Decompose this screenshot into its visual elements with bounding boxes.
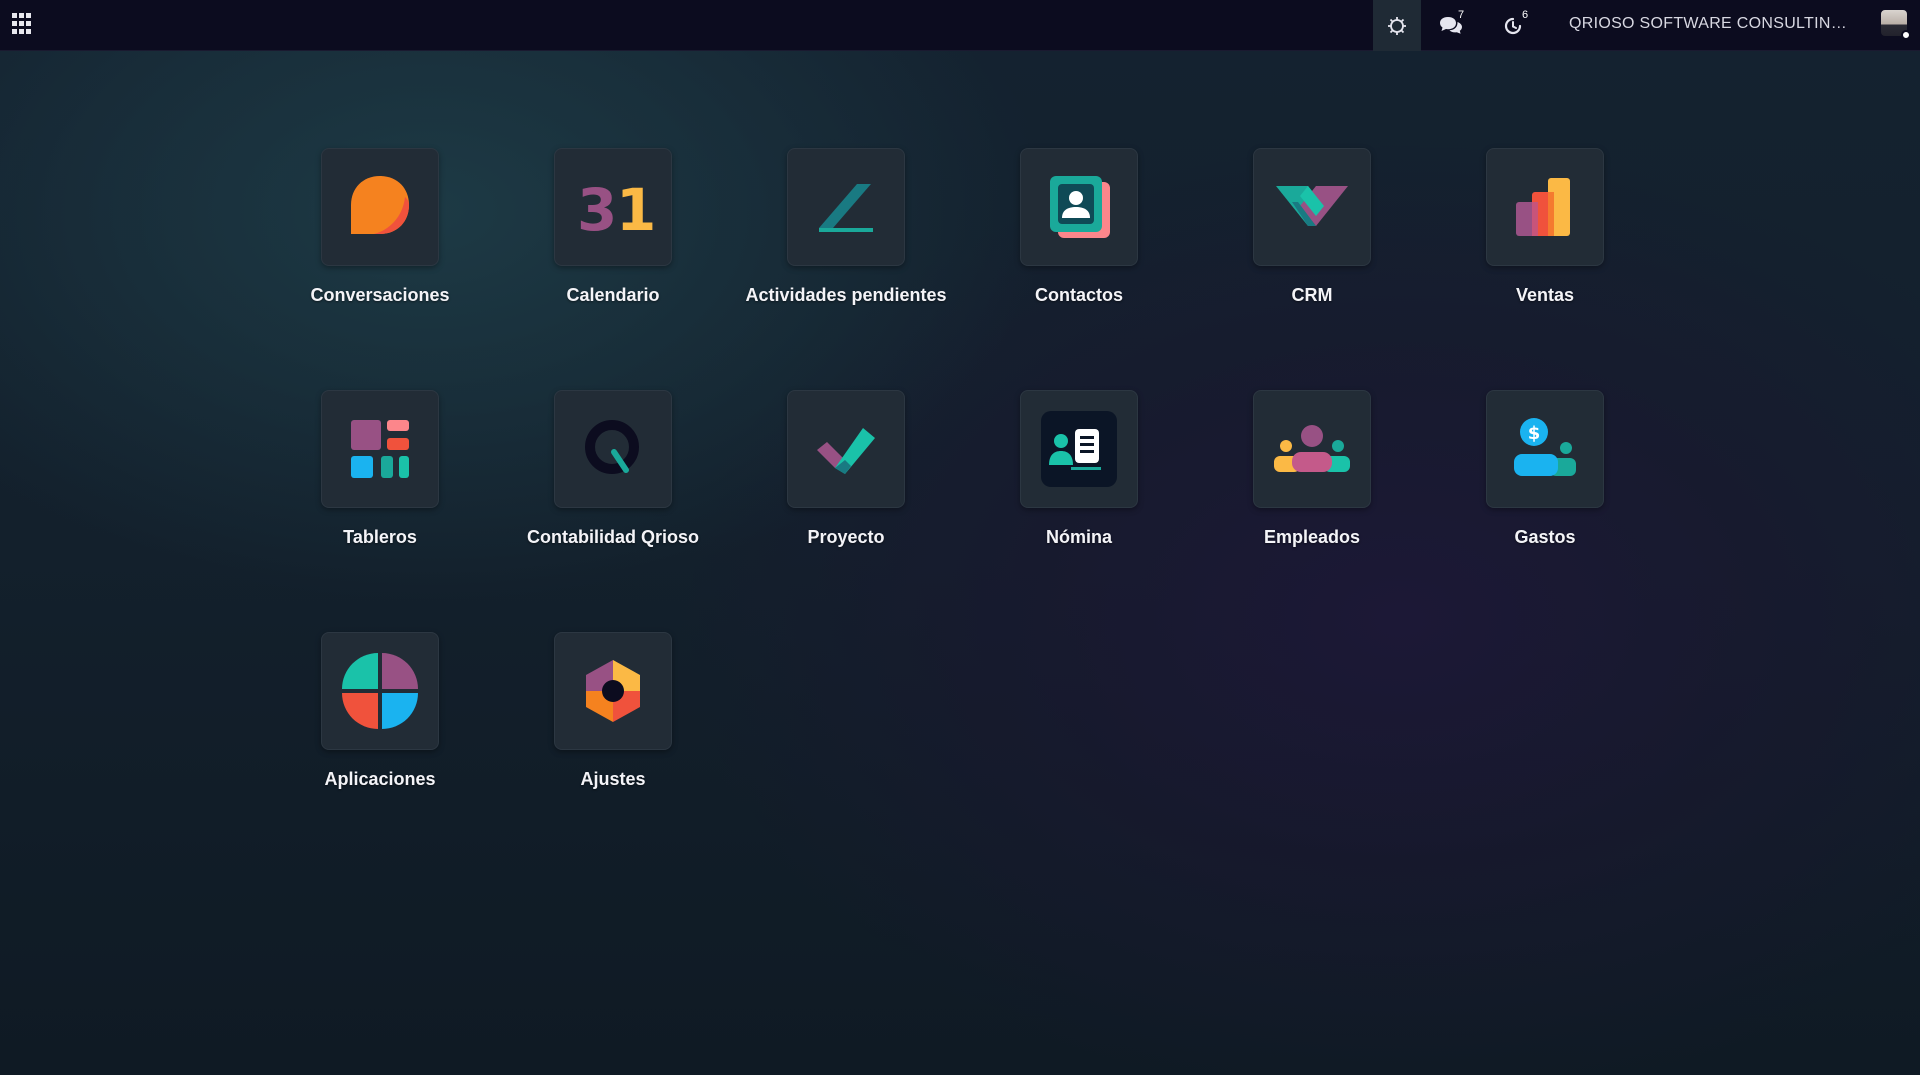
company-switcher[interactable]: QRIOSO SOFTWARE CONSULTIN… bbox=[1569, 0, 1847, 51]
app-tile bbox=[321, 390, 439, 508]
app-tile bbox=[554, 632, 672, 750]
app-actividades-pendientes[interactable]: Actividades pendientes bbox=[736, 148, 956, 307]
app-contactos[interactable]: Contactos bbox=[969, 148, 1189, 307]
app-label: Contabilidad Qrioso bbox=[526, 527, 699, 547]
svg-text:1: 1 bbox=[616, 176, 653, 242]
app-tile bbox=[787, 390, 905, 508]
app-ventas[interactable]: Ventas bbox=[1435, 148, 1655, 307]
activities-button[interactable]: 6 bbox=[1488, 0, 1538, 51]
app-label: Nómina bbox=[1045, 527, 1112, 547]
app-tile bbox=[1253, 390, 1371, 508]
app-tile bbox=[1486, 148, 1604, 266]
app-tile bbox=[321, 632, 439, 750]
app-label: Ajustes bbox=[580, 769, 646, 789]
settings-icon bbox=[586, 660, 640, 722]
app-tableros[interactable]: Tableros bbox=[270, 390, 490, 549]
app-label: Empleados bbox=[1263, 527, 1361, 547]
activities-count-badge: 6 bbox=[1522, 9, 1529, 21]
app-label: Gastos bbox=[1514, 527, 1576, 547]
app-calendario[interactable]: 3 1 Calendario bbox=[503, 148, 723, 307]
app-ajustes[interactable]: Ajustes bbox=[503, 632, 723, 791]
top-navbar: 7 6 QRIOSO SOFTWARE CONSULTIN… bbox=[0, 0, 1920, 51]
app-label: Conversaciones bbox=[310, 285, 450, 305]
todo-icon bbox=[819, 184, 873, 232]
app-tile bbox=[1253, 148, 1371, 266]
app-tile bbox=[787, 148, 905, 266]
app-label: Tableros bbox=[343, 527, 417, 547]
user-avatar[interactable] bbox=[1881, 10, 1911, 40]
app-tile: $ bbox=[1486, 390, 1604, 508]
app-tile bbox=[321, 148, 439, 266]
app-empleados[interactable]: Empleados bbox=[1202, 390, 1422, 549]
app-label: Calendario bbox=[566, 285, 660, 305]
app-proyecto[interactable]: Proyecto bbox=[736, 390, 956, 549]
app-label: Proyecto bbox=[807, 527, 885, 547]
accounting-q-icon bbox=[585, 420, 639, 474]
payroll-icon bbox=[1041, 411, 1117, 487]
app-label: Ventas bbox=[1515, 285, 1575, 305]
dashboards-icon bbox=[351, 420, 409, 478]
expenses-icon: $ bbox=[1514, 418, 1576, 476]
apps-menu-icon[interactable] bbox=[12, 13, 34, 35]
clock-icon bbox=[1504, 17, 1522, 34]
employees-icon bbox=[1274, 425, 1350, 472]
app-aplicaciones[interactable]: Aplicaciones bbox=[270, 632, 490, 791]
app-nomina[interactable]: Nómina bbox=[969, 390, 1189, 549]
app-contabilidad-qrioso[interactable]: Contabilidad Qrioso bbox=[503, 390, 723, 549]
app-label: Aplicaciones bbox=[324, 769, 436, 789]
app-tile bbox=[1020, 148, 1138, 266]
app-gastos[interactable]: $ Gastos bbox=[1435, 390, 1655, 549]
messages-button[interactable]: 7 bbox=[1426, 0, 1476, 51]
app-conversaciones[interactable]: Conversaciones bbox=[270, 148, 490, 307]
app-tile: 3 1 bbox=[554, 148, 672, 266]
messages-count-badge: 7 bbox=[1458, 9, 1465, 21]
bug-icon bbox=[1388, 16, 1406, 35]
crm-handshake-icon bbox=[1276, 186, 1348, 226]
contacts-icon bbox=[1050, 176, 1110, 238]
discuss-icon bbox=[351, 176, 409, 234]
app-crm[interactable]: CRM bbox=[1202, 148, 1422, 307]
calendar-icon: 3 1 bbox=[577, 176, 653, 242]
app-tile bbox=[554, 390, 672, 508]
debug-button[interactable] bbox=[1373, 0, 1421, 51]
sales-chart-icon bbox=[1516, 178, 1570, 236]
presence-status-icon bbox=[1901, 30, 1911, 40]
app-label: Contactos bbox=[1034, 285, 1123, 305]
svg-text:3: 3 bbox=[577, 176, 617, 242]
dollar-sign: $ bbox=[1528, 423, 1541, 444]
app-label: Actividades pendientes bbox=[745, 285, 947, 305]
apps-icon bbox=[342, 653, 418, 729]
project-check-icon bbox=[817, 428, 875, 474]
app-tile bbox=[1020, 390, 1138, 508]
app-label: CRM bbox=[1291, 285, 1333, 305]
